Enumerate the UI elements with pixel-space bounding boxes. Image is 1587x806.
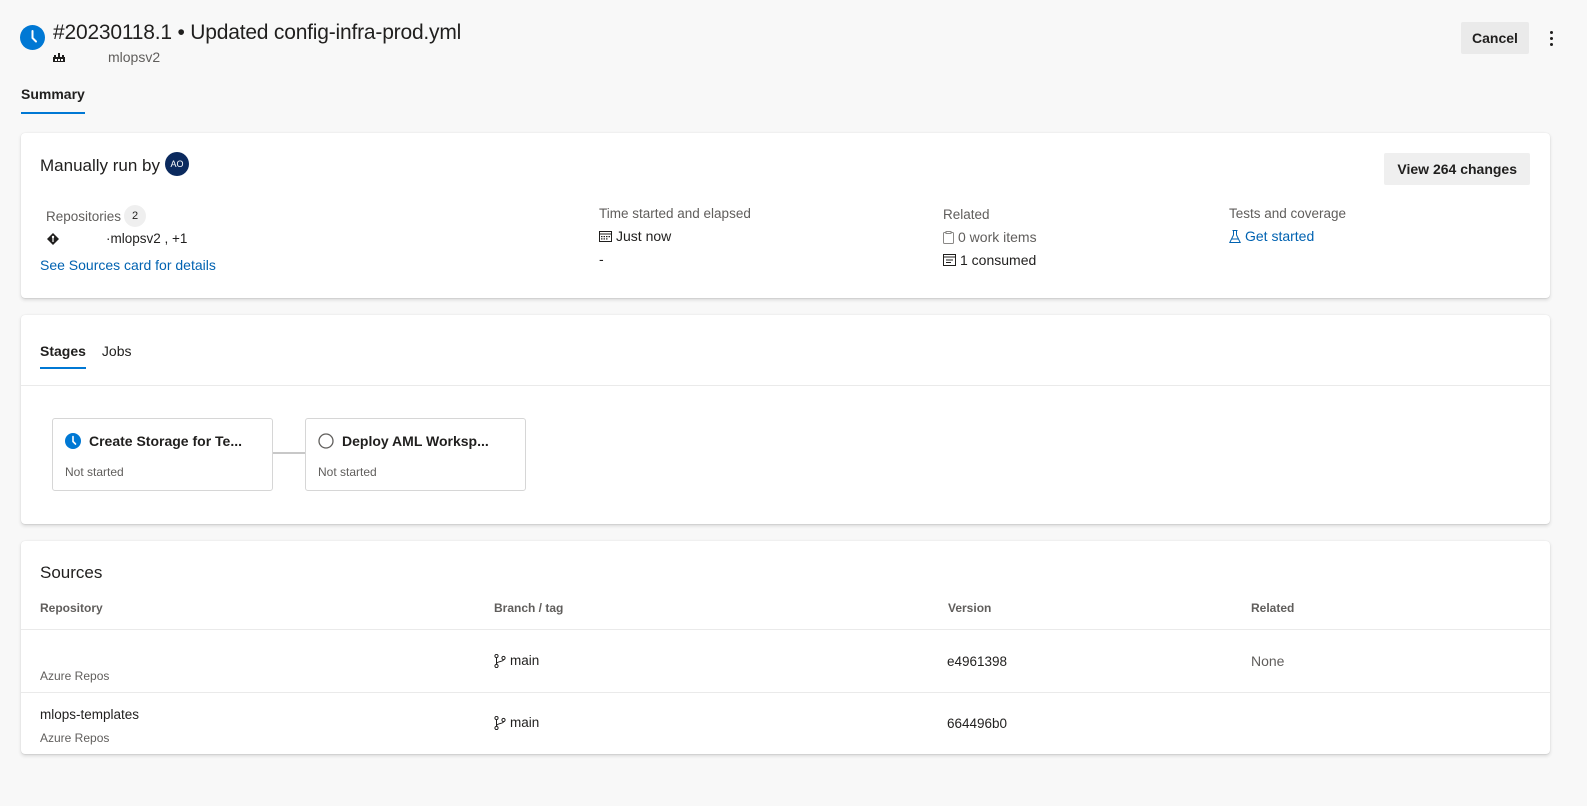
stage-deploy-aml-workspace[interactable]: Deploy AML Worksp... Not started — [305, 418, 526, 491]
branch-cell[interactable]: main — [494, 653, 539, 668]
cancel-button[interactable]: Cancel — [1461, 22, 1529, 54]
repositories-count-badge: 2 — [124, 205, 147, 227]
artifact-icon — [943, 254, 956, 266]
time-elapsed: - — [599, 251, 604, 267]
repositories-label: Repositories — [46, 208, 122, 224]
repositories-value: ·mlopsv2 , +1 — [106, 231, 188, 246]
view-changes-button[interactable]: View 264 changes — [1384, 153, 1530, 185]
branch-cell[interactable]: main — [494, 715, 539, 730]
get-started-label: Get started — [1245, 228, 1315, 244]
stage-status: Not started — [65, 465, 124, 479]
column-header-related: Related — [1251, 601, 1295, 615]
tests-section: Tests and coverage Get started — [1229, 206, 1346, 244]
sources-card: Sources Repository Branch / tag Version … — [21, 541, 1550, 754]
clipboard-icon — [943, 230, 954, 244]
column-header-version: Version — [948, 601, 992, 615]
calendar-icon — [599, 231, 612, 242]
tests-label: Tests and coverage — [1229, 206, 1347, 221]
related-consumed[interactable]: 1 consumed — [960, 252, 1036, 268]
stages-tab-bar: Stages Jobs — [40, 343, 132, 369]
branch-name: main — [510, 715, 540, 730]
divider — [21, 692, 1550, 693]
manual-run-label: Manually run by — [40, 155, 161, 175]
stage-create-storage[interactable]: Create Storage for Te... Not started — [52, 418, 273, 491]
run-title: #20230118.1 • Updated config-infra-prod.… — [53, 21, 462, 44]
branch-icon — [494, 715, 506, 730]
manual-run-info: Manually run by AO — [40, 152, 190, 176]
stages-card: Stages Jobs Create Storage for Te... Not… — [21, 315, 1550, 524]
related-work-items: 0 work items — [958, 229, 1037, 245]
repository-provider: Azure Repos — [40, 731, 110, 745]
stage-connector — [273, 452, 305, 454]
related-cell: None — [1251, 653, 1285, 669]
column-header-branch: Branch / tag — [494, 601, 564, 615]
tab-summary[interactable]: Summary — [21, 86, 85, 114]
flask-icon — [1229, 229, 1241, 243]
tab-stages[interactable]: Stages — [40, 343, 86, 369]
see-sources-link[interactable]: See Sources card for details — [40, 257, 216, 273]
stage-name: Deploy AML Worksp... — [342, 433, 489, 449]
repository-name[interactable]: mlops-templates — [40, 707, 139, 722]
branch-icon — [494, 653, 506, 668]
pipeline-name[interactable]: mlopsv2 — [108, 49, 160, 65]
version-cell[interactable]: 664496b0 — [947, 716, 1007, 731]
circle-pending-icon — [318, 433, 334, 449]
clock-icon — [65, 433, 81, 449]
repository-provider: Azure Repos — [40, 669, 110, 683]
time-started: Just now — [616, 228, 672, 244]
tab-jobs[interactable]: Jobs — [102, 343, 132, 369]
related-section: Related 0 work items 1 consumed — [943, 207, 1037, 268]
repositories-section: Repositories 2 ·mlopsv2 , +1 — [46, 205, 187, 246]
time-label: Time started and elapsed — [599, 206, 751, 221]
clock-icon — [20, 25, 45, 50]
git-repo-icon — [47, 232, 59, 245]
avatar[interactable]: AO — [165, 152, 190, 176]
stage-name: Create Storage for Te... — [89, 433, 243, 449]
divider — [21, 385, 1550, 386]
time-section: Time started and elapsed Just now - — [599, 206, 751, 267]
stage-status: Not started — [318, 465, 377, 479]
pipeline-icon — [53, 53, 65, 62]
run-header: #20230118.1 • Updated config-infra-prod.… — [20, 20, 1567, 70]
column-header-repository: Repository — [40, 601, 103, 615]
pipeline-info: mlopsv2 — [53, 49, 160, 65]
summary-card: Manually run by AO View 264 changes Repo… — [21, 133, 1550, 298]
version-cell[interactable]: e4961398 — [947, 654, 1007, 669]
divider — [21, 629, 1550, 630]
related-label: Related — [943, 207, 990, 222]
branch-name: main — [510, 653, 540, 668]
sources-title: Sources — [40, 563, 103, 582]
more-vertical-icon[interactable] — [1541, 24, 1561, 52]
get-started-link[interactable]: Get started — [1229, 228, 1346, 244]
